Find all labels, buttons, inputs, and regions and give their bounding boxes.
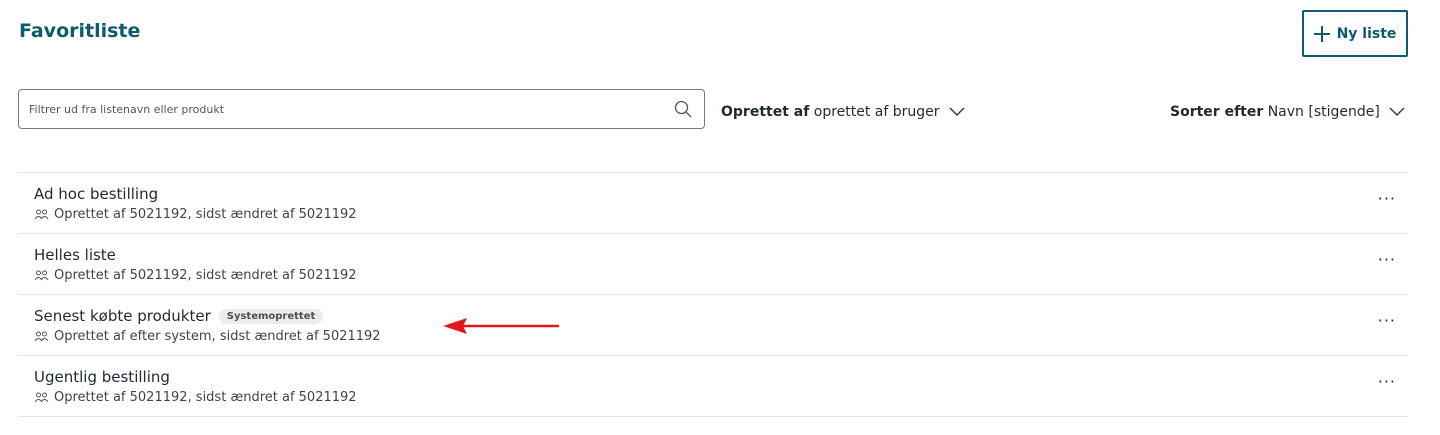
more-options-icon[interactable]: ··· (1378, 191, 1396, 207)
new-list-label: Ny liste (1336, 25, 1397, 42)
users-icon (34, 331, 49, 342)
list-meta: Oprettet af 5021192, sidst ændret af 502… (54, 390, 357, 405)
system-badge: Systemoprettet (218, 308, 324, 324)
sort-label: Sorter efter (1170, 104, 1264, 120)
sort-value: Navn [stigende] (1267, 104, 1380, 120)
created-by-dropdown[interactable]: Oprettet af oprettet af bruger (721, 104, 965, 120)
more-options-icon[interactable]: ··· (1378, 313, 1396, 329)
list-meta: Oprettet af 5021192, sidst ændret af 502… (54, 207, 357, 222)
chevron-down-icon (1389, 107, 1405, 116)
created-by-label: Oprettet af (721, 104, 810, 120)
users-icon (34, 270, 49, 281)
sort-dropdown[interactable]: Sorter efter Navn [stigende] (1170, 104, 1405, 120)
more-options-icon[interactable]: ··· (1378, 374, 1396, 390)
plus-icon (1313, 25, 1330, 42)
list-name[interactable]: Ugentlig bestilling (34, 368, 170, 386)
favorite-lists: Ad hoc bestilling Oprettet af 5021192, s… (18, 172, 1408, 417)
list-name[interactable]: Ad hoc bestilling (34, 185, 158, 203)
list-meta: Oprettet af efter system, sidst ændret a… (54, 329, 381, 344)
users-icon (34, 209, 49, 220)
page-title: Favoritliste (19, 20, 141, 42)
list-meta: Oprettet af 5021192, sidst ændret af 502… (54, 268, 357, 283)
list-item[interactable]: Ad hoc bestilling Oprettet af 5021192, s… (18, 173, 1408, 234)
search-input[interactable] (29, 102, 674, 116)
list-name[interactable]: Helles liste (34, 246, 116, 264)
list-item[interactable]: Helles liste Oprettet af 5021192, sidst … (18, 234, 1408, 295)
search-box (18, 89, 705, 129)
users-icon (34, 392, 49, 403)
more-options-icon[interactable]: ··· (1378, 252, 1396, 268)
red-arrow-icon (443, 318, 559, 334)
list-name[interactable]: Senest købte produkter (34, 307, 211, 325)
list-item[interactable]: Senest købte produkter Systemoprettet Op… (18, 295, 1408, 356)
created-by-value: oprettet af bruger (813, 104, 940, 120)
favorites-page: Favoritliste Ny liste Oprettet af oprett… (0, 0, 1440, 435)
list-item[interactable]: Ugentlig bestilling Oprettet af 5021192,… (18, 356, 1408, 417)
search-icon[interactable] (674, 100, 692, 118)
chevron-down-icon (949, 107, 965, 116)
new-list-button[interactable]: Ny liste (1302, 10, 1408, 57)
